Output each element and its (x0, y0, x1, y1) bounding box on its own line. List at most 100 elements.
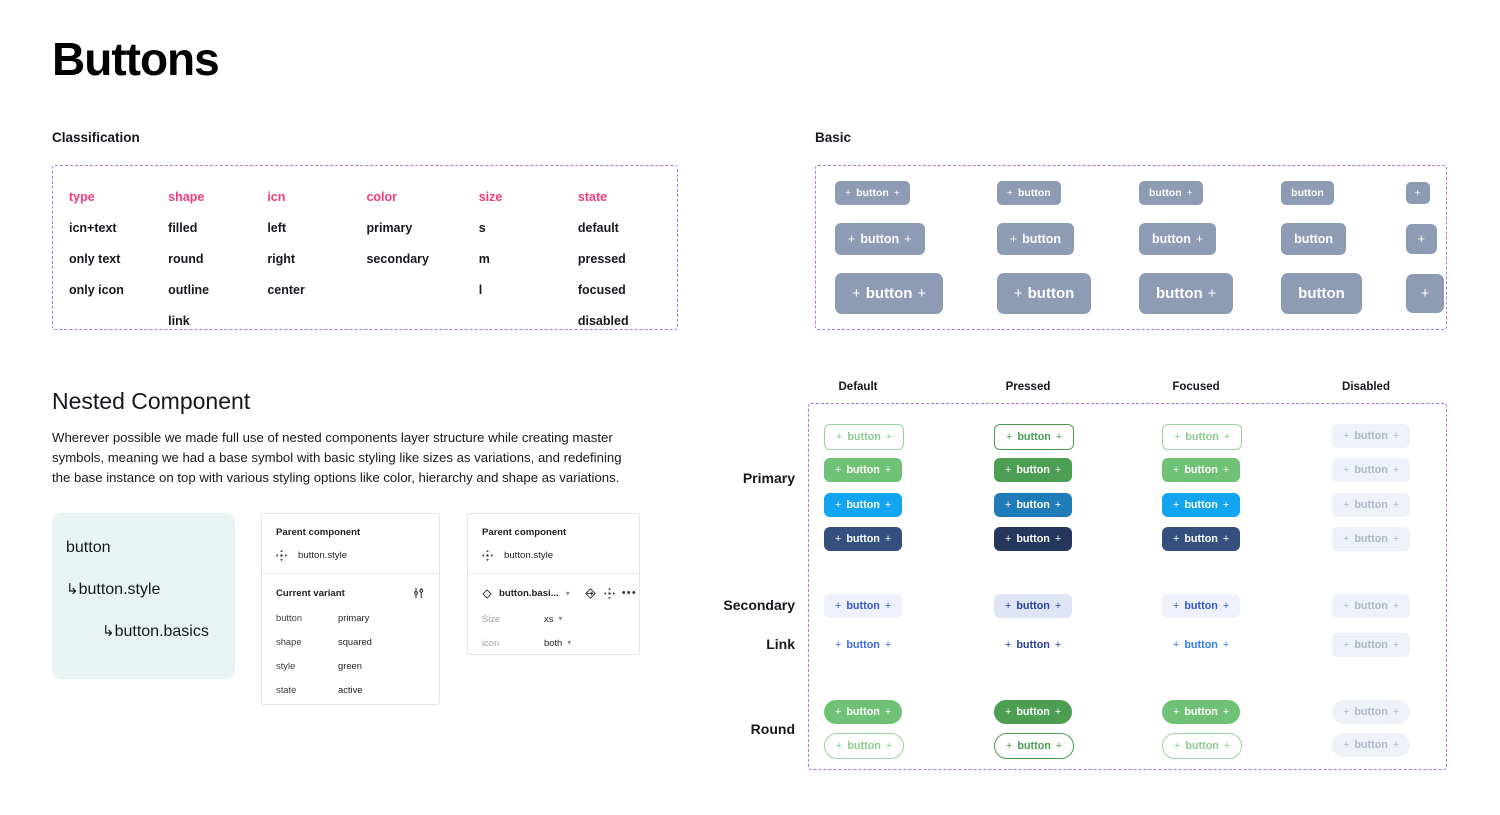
classification-column-type: type icn+text only text only icon (69, 190, 168, 329)
primary-outline-button-pressed[interactable]: + button + (994, 424, 1075, 450)
primary-green-button-focused[interactable]: + button + (1162, 458, 1241, 482)
classification-item: only icon (69, 283, 124, 297)
plus-icon-right: + (1195, 231, 1204, 246)
basic-cell: + button + (816, 181, 978, 205)
chevron-down-icon[interactable]: ▾ (566, 589, 570, 598)
diamond-icon (482, 588, 492, 599)
sliders-icon[interactable] (413, 587, 425, 599)
plus-icon-right: + (884, 705, 892, 718)
basic-button[interactable]: button (1281, 273, 1362, 314)
primary-navy-button-default[interactable]: + button + (824, 527, 903, 551)
round-filled-button-disabled[interactable]: + button + (1332, 700, 1411, 724)
chevron-down-icon[interactable]: ▾ (558, 614, 562, 623)
link-button-focused[interactable]: + button + (1162, 633, 1240, 657)
property-value[interactable]: xs (544, 613, 553, 624)
classification-column-header: color (366, 190, 398, 204)
basic-button[interactable]: + button + (835, 223, 925, 255)
parent-component-name-two: button.style (504, 550, 554, 561)
matrix-cell: + button + (824, 700, 903, 724)
round-outline-button-focused[interactable]: + button + (1162, 733, 1243, 759)
button-label: button (1156, 285, 1203, 302)
button-label: button (846, 499, 880, 511)
symbol-toolbar: button.basi... ▾ ••• (482, 587, 636, 600)
link-button-pressed[interactable]: + button + (994, 633, 1072, 657)
round-outline-button-pressed[interactable]: + button + (994, 733, 1075, 759)
parent-component-heading: Parent component (276, 527, 361, 538)
plus-icon-left: + (1343, 638, 1350, 651)
basic-button[interactable]: + (1405, 181, 1430, 205)
link-button-disabled[interactable]: + button + (1332, 633, 1411, 657)
matrix-cell: + button + (824, 493, 903, 517)
round-filled-button-pressed[interactable]: + button + (994, 700, 1073, 724)
property-value[interactable]: both (544, 637, 562, 648)
button-label: button (1184, 639, 1218, 651)
secondary-button-disabled[interactable]: + button + (1332, 594, 1411, 618)
matrix-cell: + button + (994, 594, 1073, 618)
round-filled-button-default[interactable]: + button + (824, 700, 903, 724)
plus-icon-left: + (1006, 430, 1013, 443)
matrix-cell: + button + (1162, 458, 1241, 482)
more-options-icon[interactable]: ••• (622, 588, 637, 599)
basic-button[interactable]: + button (996, 181, 1061, 205)
matrix-cell: + button + (1162, 424, 1243, 450)
primary-navy-button-focused[interactable]: + button + (1162, 527, 1241, 551)
basic-button[interactable]: + button (996, 223, 1075, 255)
basic-button[interactable]: button (1281, 223, 1347, 255)
primary-blue-button-default[interactable]: + button + (824, 493, 903, 517)
plus-icon: + (1414, 186, 1421, 199)
primary-outline-button-default[interactable]: + button + (824, 424, 905, 450)
primary-green-button-disabled[interactable]: + button + (1332, 458, 1411, 482)
round-filled-button-focused[interactable]: + button + (1162, 700, 1241, 724)
parent-component-row-two[interactable]: button.style (482, 550, 625, 561)
button-label: button (846, 706, 880, 718)
link-button-default[interactable]: + button + (824, 633, 902, 657)
secondary-button-pressed[interactable]: + button + (994, 594, 1073, 618)
primary-green-button-default[interactable]: + button + (824, 458, 903, 482)
primary-blue-button-disabled[interactable]: + button + (1332, 493, 1411, 517)
matrix-cell: + button + (1162, 594, 1241, 618)
secondary-button-default[interactable]: + button + (824, 594, 903, 618)
classification-column-header: type (69, 190, 95, 204)
button-label: button (860, 232, 900, 246)
basic-cell: + button (978, 181, 1120, 205)
basic-button[interactable]: + button + (835, 273, 944, 314)
basic-button[interactable]: + button (996, 273, 1092, 314)
button-label: button (1184, 499, 1218, 511)
basic-button[interactable]: + (1405, 223, 1437, 255)
plus-icon-right: + (893, 186, 900, 199)
basic-button[interactable]: button + (1139, 223, 1217, 255)
round-outline-button-disabled[interactable]: + button + (1332, 733, 1411, 757)
property-key: shape (276, 636, 302, 647)
secondary-button-focused[interactable]: + button + (1162, 594, 1241, 618)
primary-blue-button-focused[interactable]: + button + (1162, 493, 1241, 517)
button-label: button (1298, 285, 1345, 302)
hierarchy-row: button (66, 539, 235, 557)
basic-button[interactable]: button + (1139, 181, 1203, 205)
primary-outline-button-disabled[interactable]: + button + (1332, 424, 1411, 448)
parent-component-heading-two: Parent component (482, 527, 567, 538)
primary-green-button-pressed[interactable]: + button + (994, 458, 1073, 482)
round-outline-button-default[interactable]: + button + (824, 733, 905, 759)
button-label: button (1016, 639, 1050, 651)
primary-outline-button-focused[interactable]: + button + (1162, 424, 1243, 450)
basic-button[interactable]: button (1281, 181, 1334, 205)
plus-icon-right: + (917, 285, 927, 302)
plus-icon-left: + (1006, 186, 1013, 199)
basic-button[interactable]: + button + (835, 181, 910, 205)
basic-button[interactable]: + (1405, 274, 1445, 313)
basic-cell: button + (1120, 223, 1262, 255)
matrix-cell: + button + (1162, 527, 1241, 551)
plus-icon-left: + (1005, 705, 1012, 718)
parent-component-row[interactable]: button.style (276, 550, 425, 561)
matrix-cell: + button + (1162, 700, 1241, 724)
classification-item: primary (366, 221, 413, 235)
move-arrows-icon[interactable] (603, 588, 615, 599)
primary-navy-button-disabled[interactable]: + button + (1332, 527, 1411, 551)
insert-symbol-icon[interactable] (584, 587, 597, 600)
matrix-column-header: Focused (1172, 381, 1220, 393)
basic-button[interactable]: button + (1139, 273, 1234, 314)
primary-navy-button-pressed[interactable]: + button + (994, 527, 1073, 551)
primary-blue-button-pressed[interactable]: + button + (994, 493, 1073, 517)
chevron-down-icon[interactable]: ▾ (567, 638, 571, 647)
plus-icon-left: + (835, 638, 842, 651)
